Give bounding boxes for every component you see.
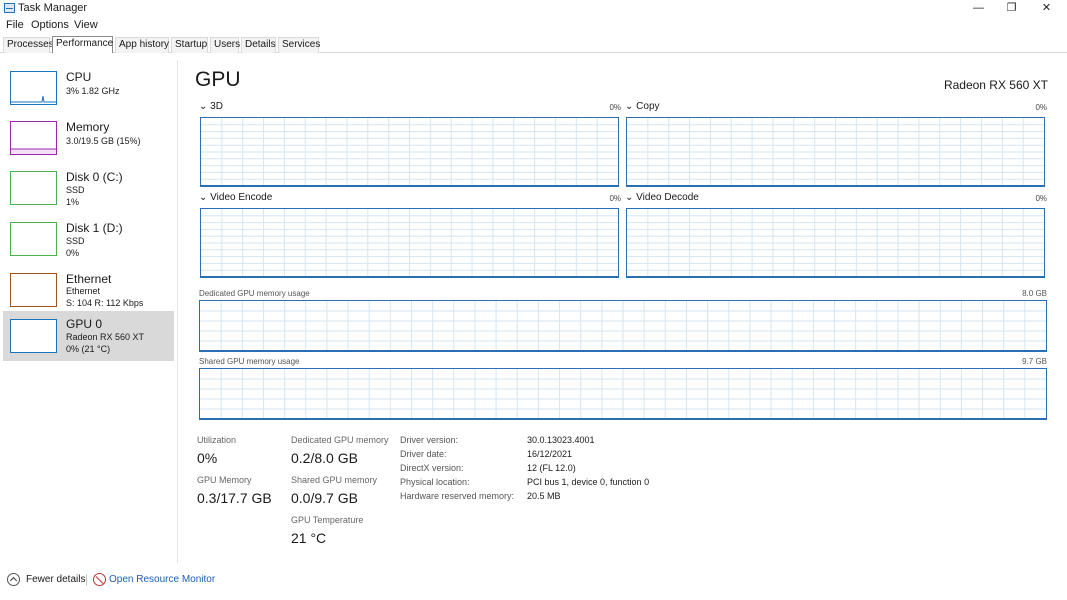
dedicated-memory-label: Dedicated GPU memory	[291, 435, 389, 445]
tab-services[interactable]: Services	[278, 37, 320, 53]
utilization-label: Utilization	[197, 435, 237, 445]
graph-selector-video-encode[interactable]: ⌄ Video Encode	[199, 192, 272, 203]
sidebar-item-disk-1[interactable]: Disk 1 (D:) SSD 0%	[3, 214, 174, 264]
ethernet-thumbnail-graph	[10, 273, 57, 307]
sidebar-item-disk-0[interactable]: Disk 0 (C:) SSD 1%	[3, 163, 174, 213]
gpu-memory-value: 0.3/17.7 GB	[197, 490, 272, 506]
sidebar-item-ethernet[interactable]: Ethernet Ethernet S: 104 R: 112 Kbps	[3, 265, 174, 315]
driver-version-value: 30.0.13023.4001	[527, 435, 595, 445]
shared-memory-label: Shared GPU memory	[291, 475, 378, 485]
driver-version-label: Driver version:	[400, 435, 459, 445]
sidebar-item-detail: Radeon RX 560 XT	[66, 332, 145, 342]
tab-users[interactable]: Users	[210, 37, 240, 53]
graph-percent: 0%	[609, 194, 621, 203]
sidebar-item-detail: S: 104 R: 112 Kbps	[66, 298, 144, 308]
graph-3d	[200, 117, 619, 187]
sidebar-item-detail: 3% 1.82 GHz	[66, 86, 120, 96]
graph-label: Video Decode	[636, 192, 699, 203]
sidebar-item-gpu-0[interactable]: GPU 0 Radeon RX 560 XT 0% (21 °C)	[3, 311, 174, 361]
graph-selector-video-decode[interactable]: ⌄ Video Decode	[625, 192, 699, 203]
sidebar-item-memory[interactable]: Memory 3.0/19.5 GB (15%)	[3, 113, 174, 163]
open-resource-monitor-link[interactable]: Open Resource Monitor	[109, 574, 215, 585]
directx-version-value: 12 (FL 12.0)	[527, 463, 576, 473]
sidebar-item-detail: 1%	[66, 197, 80, 207]
sidebar-item-detail: SSD	[66, 236, 85, 246]
minimize-button[interactable]: —	[962, 0, 995, 17]
driver-date-label: Driver date:	[400, 449, 447, 459]
maximize-button[interactable]: ❐	[995, 0, 1028, 17]
tab-processes[interactable]: Processes	[3, 37, 54, 53]
graph-video-encode	[200, 208, 619, 278]
close-button[interactable]: ✕	[1030, 0, 1063, 17]
sidebar-item-detail: SSD	[66, 185, 85, 195]
sidebar-item-detail: 0% (21 °C)	[66, 344, 111, 354]
hardware-reserved-memory-label: Hardware reserved memory:	[400, 491, 515, 501]
graph-percent: 0%	[1035, 103, 1047, 112]
sidebar-item-name: Disk 0 (C:)	[66, 170, 123, 184]
cpu-thumbnail-graph	[10, 71, 57, 105]
performance-sidebar: CPU 3% 1.82 GHz Memory 3.0/19.5 GB (15%)…	[0, 60, 178, 563]
utilization-value: 0%	[197, 450, 218, 466]
graph-copy	[626, 117, 1045, 187]
task-manager-icon	[4, 3, 15, 13]
tab-bar: Processes Performance App history Startu…	[0, 36, 1067, 53]
gpu-memory-label: GPU Memory	[197, 475, 252, 485]
hardware-reserved-memory-value: 20.5 MB	[527, 491, 561, 501]
sidebar-item-name: CPU	[66, 70, 92, 84]
sidebar-item-cpu[interactable]: CPU 3% 1.82 GHz	[3, 63, 174, 113]
graph-label: Video Encode	[210, 192, 273, 203]
graph-video-decode	[626, 208, 1045, 278]
graph-shared-memory	[199, 368, 1047, 420]
menu-options[interactable]: Options	[31, 19, 69, 31]
sidebar-item-detail: 0%	[66, 248, 80, 258]
resource-monitor-icon	[93, 573, 106, 586]
gpu-model-name: Radeon RX 560 XT	[943, 78, 1048, 92]
graph-label: 3D	[210, 101, 223, 112]
physical-location-label: Physical location:	[400, 477, 470, 487]
chevron-up-icon[interactable]	[7, 573, 20, 586]
disk-1-thumbnail-graph	[10, 222, 57, 256]
dedicated-memory-graph-max: 8.0 GB	[1022, 289, 1047, 298]
shared-memory-graph-label: Shared GPU memory usage	[199, 357, 300, 366]
dedicated-memory-graph-label: Dedicated GPU memory usage	[199, 289, 310, 298]
sidebar-item-detail: 3.0/19.5 GB (15%)	[66, 136, 141, 146]
dedicated-memory-value: 0.2/8.0 GB	[291, 450, 358, 466]
driver-date-value: 16/12/2021	[527, 449, 573, 459]
tab-performance[interactable]: Performance	[52, 36, 113, 53]
gpu-0-thumbnail-graph	[10, 319, 57, 353]
gpu-temperature-label: GPU Temperature	[291, 515, 364, 525]
graph-dedicated-memory	[199, 300, 1047, 352]
window-title: Task Manager	[18, 2, 88, 14]
gpu-temperature-value: 21 °C	[291, 530, 327, 546]
tab-details[interactable]: Details	[241, 37, 276, 53]
graph-selector-copy[interactable]: ⌄ Copy	[625, 101, 660, 112]
graph-percent: 0%	[1035, 194, 1047, 203]
directx-version-label: DirectX version:	[400, 463, 464, 473]
sidebar-item-detail: Ethernet	[66, 286, 101, 296]
graph-label: Copy	[636, 101, 660, 112]
physical-location-value: PCI bus 1, device 0, function 0	[527, 477, 650, 487]
sidebar-item-name: Disk 1 (D:)	[66, 221, 123, 235]
shared-memory-graph-max: 9.7 GB	[1022, 357, 1047, 366]
graph-percent: 0%	[609, 103, 621, 112]
shared-memory-value: 0.0/9.7 GB	[291, 490, 358, 506]
sidebar-item-name: Memory	[66, 120, 110, 134]
sidebar-item-name: Ethernet	[66, 272, 112, 286]
footer-divider	[86, 574, 87, 586]
menu-view[interactable]: View	[74, 19, 98, 31]
title-bar: Task Manager — ❐ ✕	[0, 0, 1067, 17]
memory-thumbnail-graph	[10, 121, 57, 155]
tab-app-history[interactable]: App history	[115, 37, 169, 53]
footer: Fewer details Open Resource Monitor	[0, 571, 1067, 591]
tab-startup[interactable]: Startup	[171, 37, 208, 53]
fewer-details-button[interactable]: Fewer details	[26, 574, 85, 585]
menu-file[interactable]: File	[6, 19, 24, 31]
page-title: GPU	[195, 68, 241, 91]
sidebar-item-name: GPU 0	[66, 317, 103, 331]
disk-0-thumbnail-graph	[10, 171, 57, 205]
graph-selector-3d[interactable]: ⌄ 3D	[199, 101, 223, 112]
